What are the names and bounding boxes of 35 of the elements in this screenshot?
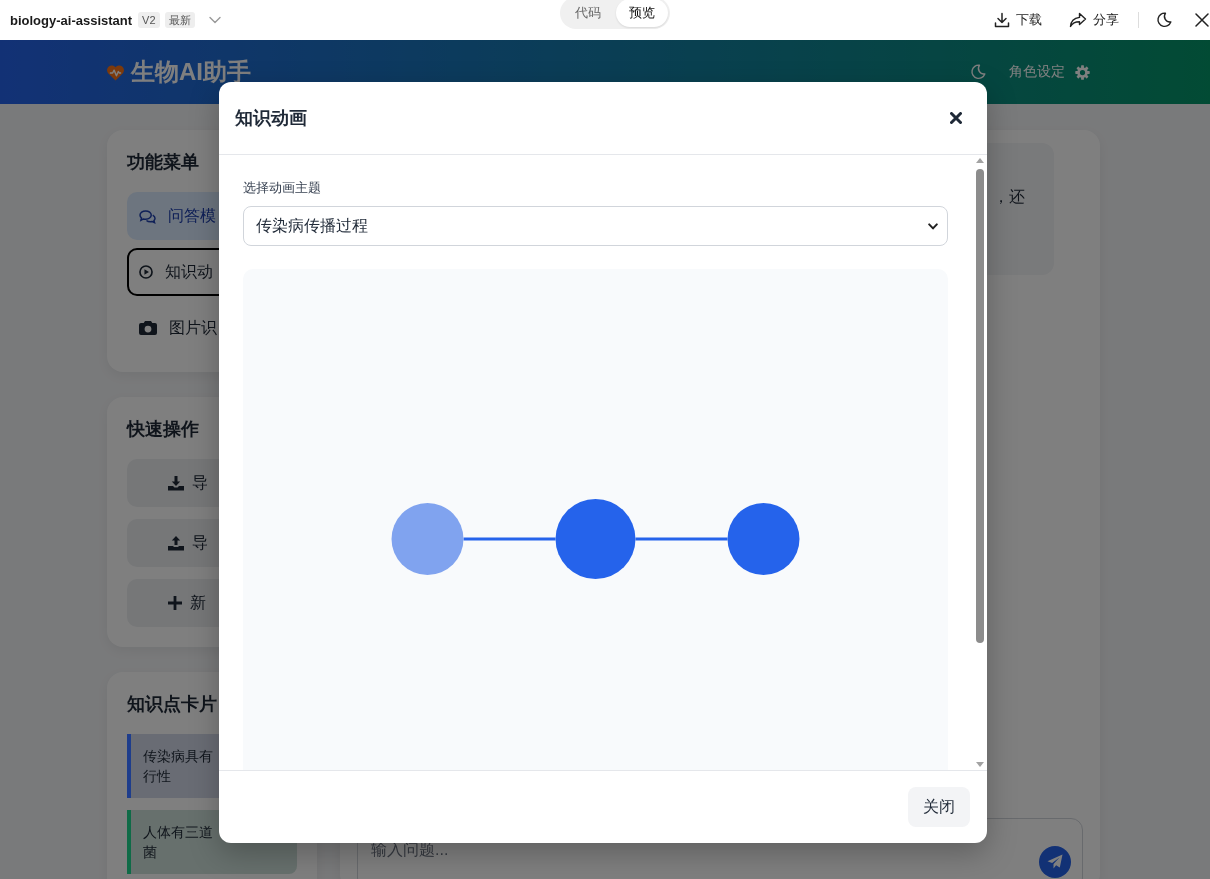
download-icon xyxy=(168,475,184,491)
view-tab[interactable]: 预览 xyxy=(616,0,668,27)
app-title: 生物AI助手 xyxy=(131,57,251,87)
heart-pulse-icon xyxy=(106,63,125,81)
download-button[interactable]: 下载 xyxy=(994,11,1042,29)
project-name: biology-ai-assistant xyxy=(10,12,133,28)
topic-select[interactable]: 传染病传播过程 xyxy=(243,206,948,246)
view-tab[interactable]: 代码 xyxy=(562,0,614,27)
close-button[interactable]: 关闭 xyxy=(908,787,970,827)
upload-icon xyxy=(168,535,184,551)
camera-icon xyxy=(139,320,157,336)
share-button[interactable]: 分享 xyxy=(1069,11,1119,29)
card-title: 功能菜单 xyxy=(127,151,200,174)
tag-badge: 最新 xyxy=(164,12,195,28)
paper-plane-icon xyxy=(1047,854,1063,870)
gear-icon xyxy=(1075,64,1090,80)
version-badge: V2 xyxy=(138,12,160,28)
close-icon[interactable] xyxy=(1195,13,1209,27)
knowledge-card-text: 人体有三道 菌 xyxy=(142,823,214,862)
modal-title: 知识动画 xyxy=(235,107,307,130)
download-icon xyxy=(994,12,1010,28)
card-title: 快速操作 xyxy=(127,418,200,441)
share-arrow-icon xyxy=(1069,12,1087,28)
close-icon[interactable] xyxy=(950,112,962,124)
card-title: 知识点卡片 xyxy=(127,693,218,716)
play-circle-icon xyxy=(139,265,153,279)
moon-icon[interactable] xyxy=(1156,12,1172,28)
plus-icon xyxy=(168,596,182,610)
chat-bubbles-icon xyxy=(139,208,156,224)
chevron-down-icon[interactable] xyxy=(208,16,221,24)
message-text: ，还 xyxy=(993,187,1025,207)
role-settings-button[interactable]: 角色设定 xyxy=(1009,63,1090,81)
knowledge-card-text: 传染病具有 行性 xyxy=(142,747,214,786)
chevron-down-icon xyxy=(928,222,938,230)
menu-item[interactable]: 图片识 xyxy=(127,304,297,352)
